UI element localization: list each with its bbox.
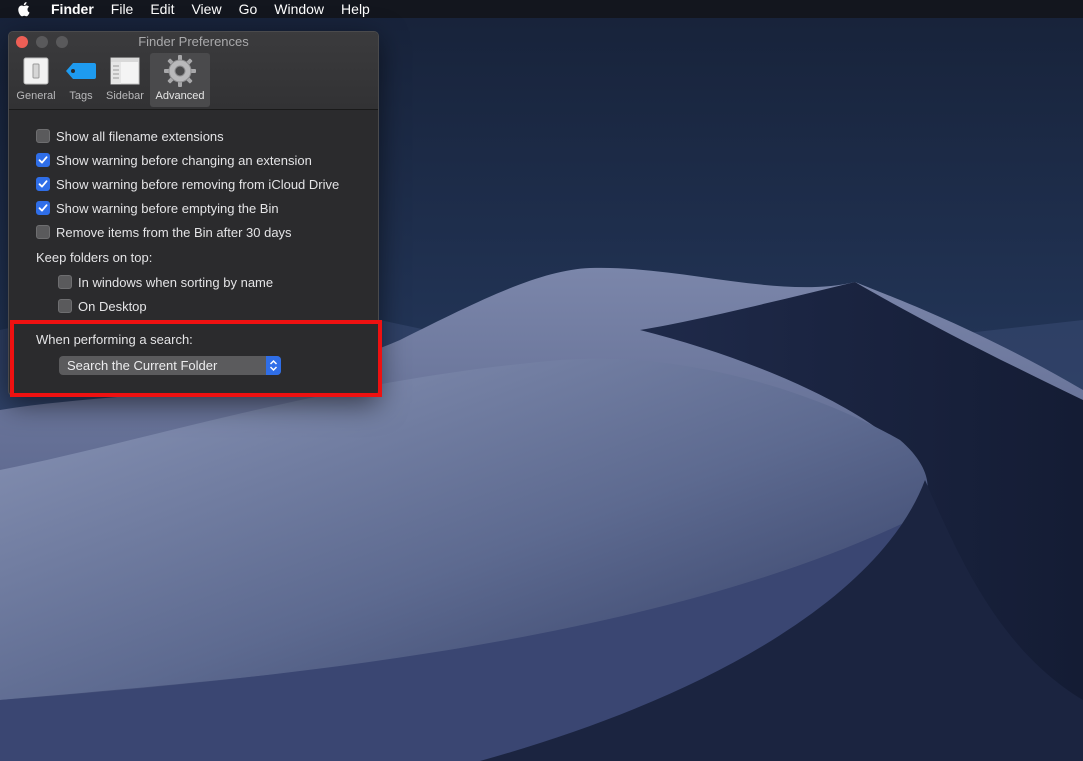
highlight-box xyxy=(10,320,382,397)
option-label: Remove items from the Bin after 30 days xyxy=(56,224,292,240)
checkbox[interactable] xyxy=(36,129,50,143)
checkbox[interactable] xyxy=(36,225,50,239)
apple-icon[interactable] xyxy=(16,0,34,18)
desktop: Finder File Edit View Go Window Help Fin… xyxy=(0,0,1083,761)
option-label: Show all filename extensions xyxy=(56,128,224,144)
tab-sidebar-label: Sidebar xyxy=(106,90,144,102)
general-icon xyxy=(12,53,60,89)
menu-window[interactable]: Window xyxy=(274,0,324,18)
tab-advanced[interactable]: Advanced xyxy=(150,53,210,107)
menu-edit[interactable]: Edit xyxy=(150,0,174,18)
tag-icon xyxy=(61,53,101,89)
option-show-extensions[interactable]: Show all filename extensions xyxy=(36,127,224,145)
option-label: Show warning before changing an extensio… xyxy=(56,152,312,168)
tab-general-label: General xyxy=(16,90,56,102)
window-title: Finder Preferences xyxy=(138,34,249,49)
tab-general[interactable]: General xyxy=(12,53,60,107)
option-label: Show warning before removing from iCloud… xyxy=(56,176,340,192)
menu-go[interactable]: Go xyxy=(239,0,258,18)
option-keep-windows[interactable]: In windows when sorting by name xyxy=(58,273,273,291)
option-remove-bin[interactable]: Remove items from the Bin after 30 days xyxy=(36,223,292,241)
checkbox[interactable] xyxy=(58,275,72,289)
tab-tags[interactable]: Tags xyxy=(61,53,101,107)
window-titlebar: Finder Preferences General Tags Sidebar … xyxy=(9,32,378,110)
option-label: On Desktop xyxy=(78,298,147,314)
menu-help[interactable]: Help xyxy=(341,0,370,18)
menu-file[interactable]: File xyxy=(111,0,134,18)
option-warn-icloud[interactable]: Show warning before removing from iCloud… xyxy=(36,175,339,193)
tab-tags-label: Tags xyxy=(69,90,93,102)
checkbox-checked[interactable] xyxy=(36,177,50,191)
menu-bar: Finder File Edit View Go Window Help xyxy=(0,0,1083,18)
checkbox[interactable] xyxy=(58,299,72,313)
option-warn-extension[interactable]: Show warning before changing an extensio… xyxy=(36,151,312,169)
keep-folders-heading: Keep folders on top: xyxy=(36,250,153,265)
option-label: Show warning before emptying the Bin xyxy=(56,200,279,216)
checkbox-checked[interactable] xyxy=(36,201,50,215)
tab-advanced-label: Advanced xyxy=(155,90,205,102)
checkbox-checked[interactable] xyxy=(36,153,50,167)
menu-app-name[interactable]: Finder xyxy=(51,0,94,18)
menu-view[interactable]: View xyxy=(191,0,221,18)
gear-icon xyxy=(150,53,210,89)
option-keep-desktop[interactable]: On Desktop xyxy=(58,297,147,315)
option-warn-bin[interactable]: Show warning before emptying the Bin xyxy=(36,199,279,217)
option-label: In windows when sorting by name xyxy=(78,274,274,290)
sidebar-icon xyxy=(103,53,147,89)
tab-sidebar[interactable]: Sidebar xyxy=(103,53,147,107)
